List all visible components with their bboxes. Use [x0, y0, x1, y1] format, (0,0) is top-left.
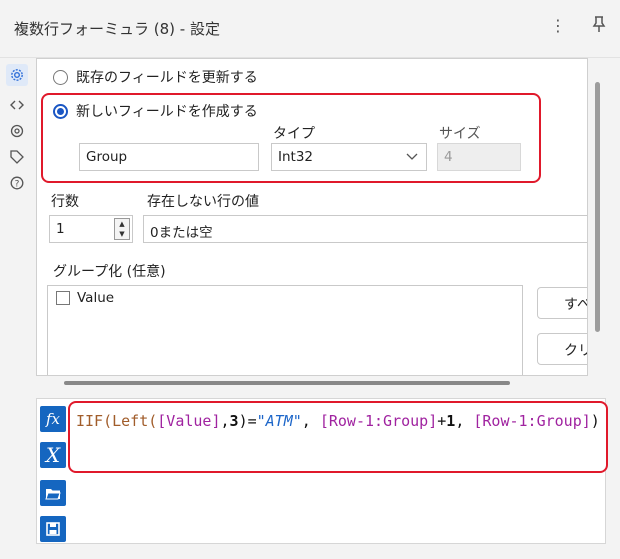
field-name-input[interactable]: Group — [79, 143, 259, 171]
rows-stepper[interactable]: 1 ▲ ▼ — [49, 215, 133, 243]
expression-token: , — [455, 412, 474, 430]
expression-token: [Value] — [157, 412, 221, 430]
expression-text[interactable]: IIF(Left([Value],3)="ATM", [Row-1:Group]… — [76, 410, 602, 432]
connection-icon[interactable] — [6, 120, 28, 142]
expression-token: IIF(Left( — [76, 412, 158, 430]
list-item[interactable]: Value — [56, 290, 114, 306]
bottom-strip — [36, 544, 606, 559]
vertical-scrollbar[interactable] — [590, 58, 604, 376]
rows-value: 1 — [56, 221, 65, 237]
spinner-down-icon[interactable]: ▼ — [115, 229, 129, 239]
variables-icon[interactable]: X — [40, 442, 66, 468]
expression-token: [Row-1:Group] — [319, 412, 438, 430]
gear-icon[interactable] — [6, 64, 28, 86]
expression-token: 3 — [229, 412, 239, 430]
value-checkbox-label: Value — [77, 290, 115, 306]
expression-token: , — [301, 412, 320, 430]
expression-token: [Row-1:Group] — [473, 412, 591, 430]
title-bar: 複数行フォーミュラ (8) - 設定 ⋮ — [0, 0, 620, 58]
code-icon[interactable] — [6, 94, 28, 116]
svg-text:?: ? — [15, 180, 20, 190]
rows-spinner[interactable]: ▲ ▼ — [114, 218, 130, 240]
config-sidebar: ? — [0, 58, 36, 559]
pin-icon[interactable] — [592, 16, 606, 36]
update-existing-label: 既存のフィールドを更新する — [76, 70, 258, 86]
missing-rows-input[interactable]: 0または空 — [143, 215, 587, 243]
select-all-button[interactable]: すべて選択 — [537, 287, 587, 319]
group-by-list[interactable]: Value — [47, 285, 523, 375]
open-expression-icon[interactable] — [40, 480, 66, 506]
expression-editor[interactable]: IIF(Left([Value],3)="ATM", [Row-1:Group]… — [68, 401, 608, 473]
more-options-icon[interactable]: ⋮ — [550, 16, 566, 36]
create-new-radio[interactable] — [53, 103, 68, 119]
chevron-down-icon — [406, 150, 418, 164]
expression-token: )= — [238, 412, 257, 430]
create-new-option[interactable]: 新しいフィールドを作成する — [53, 101, 258, 121]
value-checkbox[interactable] — [56, 291, 70, 305]
help-icon[interactable]: ? — [6, 172, 28, 194]
expression-token: ) — [590, 412, 600, 430]
tag-icon[interactable] — [6, 146, 28, 168]
config-panel: 既存のフィールドを更新する 新しいフィールドを作成する タイプ サイズ Grou… — [36, 58, 588, 376]
missing-rows-label: 存在しない行の値 — [147, 194, 259, 210]
horizontal-scrollbar[interactable] — [64, 381, 510, 385]
expression-token: "ATM" — [256, 412, 302, 430]
update-existing-radio[interactable] — [53, 69, 68, 85]
window-title: 複数行フォーミュラ (8) - 設定 — [14, 20, 220, 38]
expression-token: 1 — [446, 412, 456, 430]
functions-icon[interactable]: fx — [40, 406, 66, 432]
spinner-up-icon[interactable]: ▲ — [115, 219, 129, 229]
rows-label: 行数 — [51, 194, 79, 210]
scrollbar-thumb[interactable] — [595, 82, 600, 332]
expression-token: , — [220, 412, 230, 430]
group-by-label: グループ化 (任意) — [53, 264, 166, 280]
create-new-label: 新しいフィールドを作成する — [76, 104, 258, 120]
type-select-value: Int32 — [278, 149, 314, 165]
type-label: タイプ — [273, 126, 315, 142]
update-existing-option[interactable]: 既存のフィールドを更新する — [53, 67, 258, 87]
save-expression-icon[interactable] — [40, 516, 66, 542]
type-select[interactable]: Int32 — [271, 143, 427, 171]
title-actions: ⋮ — [550, 16, 606, 36]
size-input[interactable]: 4 — [437, 143, 521, 171]
size-label: サイズ — [439, 126, 481, 142]
expression-token: + — [437, 412, 447, 430]
clear-button[interactable]: クリア — [537, 333, 587, 365]
